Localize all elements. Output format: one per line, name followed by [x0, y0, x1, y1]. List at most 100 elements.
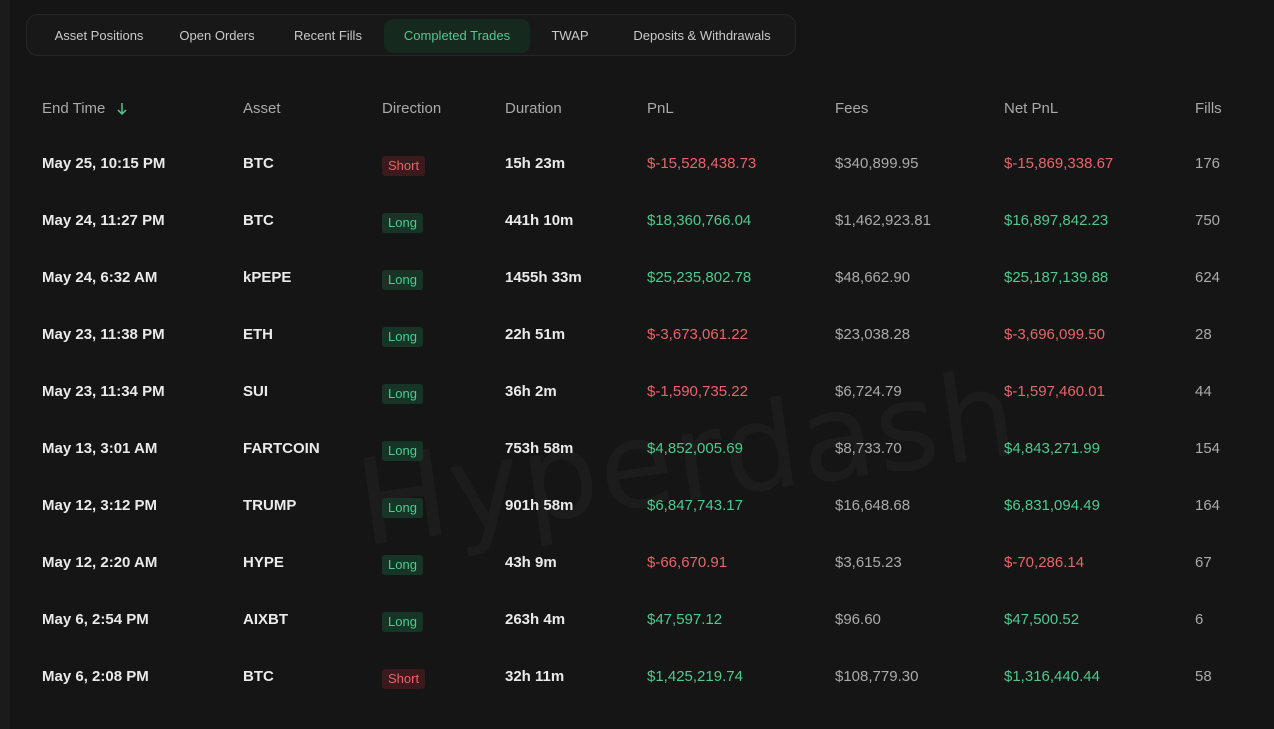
table-row[interactable]: May 12, 3:12 PM TRUMP Long 901h 58m $6,847,7…	[0, 482, 1274, 539]
fills-cell: 67	[1195, 554, 1212, 571]
pnl-cell: $-3,673,061.22	[647, 326, 748, 343]
header-fees[interactable]: Fees	[835, 100, 868, 117]
fees-cell: $1,462,923.81	[835, 212, 931, 229]
fees-cell: $108,779.30	[835, 668, 919, 685]
table-row[interactable]: May 23, 11:34 PM SUI Long 36h 2m $-1,590,735…	[0, 368, 1274, 425]
header-direction[interactable]: Direction	[382, 100, 441, 117]
duration-cell: 901h 58m	[505, 497, 574, 514]
fills-cell: 164	[1195, 497, 1221, 514]
asset-cell: ETH	[243, 326, 273, 343]
header-end-time[interactable]: End Time	[42, 100, 105, 117]
header-fills[interactable]: Fills	[1195, 100, 1222, 117]
net-pnl-cell: $-3,696,099.50	[1004, 326, 1105, 343]
duration-cell: 753h 58m	[505, 440, 574, 457]
pnl-cell: $4,852,005.69	[647, 440, 743, 457]
end-time-cell: May 24, 11:27 PM	[42, 212, 165, 229]
fees-cell: $6,724.79	[835, 383, 902, 400]
net-pnl-cell: $-70,286.14	[1004, 554, 1085, 571]
header-duration[interactable]: Duration	[505, 100, 562, 117]
duration-cell: 22h 51m	[505, 326, 566, 343]
asset-cell: kPEPE	[243, 269, 292, 286]
header-asset[interactable]: Asset	[243, 100, 281, 117]
fees-cell: $340,899.95	[835, 155, 919, 172]
completed-trades-page: Hyperdash Asset Positions Open Orders Re…	[0, 0, 1274, 729]
table-row[interactable]: May 24, 11:27 PM BTC Long 441h 10m $18,360,7…	[0, 197, 1274, 254]
net-pnl-cell: $-15,869,338.67	[1004, 155, 1114, 172]
table-row[interactable]: May 12, 2:20 AM HYPE Long 43h 9m $-66,670.91…	[0, 539, 1274, 596]
net-pnl-cell: $4,843,271.99	[1004, 440, 1100, 457]
fills-cell: 154	[1195, 440, 1221, 457]
net-pnl-cell: $-1,597,460.01	[1004, 383, 1105, 400]
net-pnl-cell: $47,500.52	[1004, 611, 1080, 628]
net-pnl-cell: $6,831,094.49	[1004, 497, 1100, 514]
direction-badge: Long	[382, 327, 423, 347]
direction-badge: Short	[382, 156, 426, 176]
table-row[interactable]: May 13, 3:01 AM FARTCOIN Long 753h 58m $4,85…	[0, 425, 1274, 482]
pnl-cell: $18,360,766.04	[647, 212, 752, 229]
duration-cell: 43h 9m	[505, 554, 557, 571]
asset-cell: HYPE	[243, 554, 284, 571]
table-row[interactable]: May 6, 2:08 PM BTC Short 32h 11m $1,425,219.…	[0, 653, 1274, 710]
asset-cell: BTC	[243, 155, 274, 172]
net-pnl-cell: $16,897,842.23	[1004, 212, 1109, 229]
end-time-cell: May 23, 11:34 PM	[42, 383, 165, 400]
duration-cell: 32h 11m	[505, 668, 565, 685]
end-time-cell: May 25, 10:15 PM	[42, 155, 166, 172]
pnl-cell: $-15,528,438.73	[647, 155, 757, 172]
tab-completed-trades[interactable]: Completed Trades	[384, 19, 530, 53]
direction-badge: Long	[382, 213, 423, 233]
table-row[interactable]: May 24, 6:32 AM kPEPE Long 1455h 33m $25,235…	[0, 254, 1274, 311]
fees-cell: $16,648.68	[835, 497, 911, 514]
direction-badge: Long	[382, 384, 423, 404]
fills-cell: 58	[1195, 668, 1212, 685]
end-time-cell: May 12, 3:12 PM	[42, 497, 158, 514]
asset-cell: BTC	[243, 212, 274, 229]
end-time-cell: May 24, 6:32 AM	[42, 269, 158, 286]
fills-cell: 624	[1195, 269, 1221, 286]
direction-badge: Long	[382, 555, 423, 575]
asset-cell: TRUMP	[243, 497, 297, 514]
tab-asset-positions[interactable]: Asset Positions	[35, 19, 163, 53]
net-pnl-cell: $25,187,139.88	[1004, 269, 1109, 286]
direction-badge: Long	[382, 612, 423, 632]
table-row[interactable]: May 23, 11:38 PM ETH Long 22h 51m $-3,673,06…	[0, 311, 1274, 368]
arrow-down-icon[interactable]	[115, 100, 129, 118]
asset-cell: FARTCOIN	[243, 440, 320, 457]
tab-bar: Asset Positions Open Orders Recent Fills…	[26, 14, 796, 56]
fills-cell: 750	[1195, 212, 1221, 229]
fills-cell: 28	[1195, 326, 1212, 343]
direction-badge: Long	[382, 441, 423, 461]
direction-badge: Short	[382, 669, 426, 689]
pnl-cell: $25,235,802.78	[647, 269, 752, 286]
fills-cell: 44	[1195, 383, 1212, 400]
direction-badge: Long	[382, 498, 423, 518]
duration-cell: 263h 4m	[505, 611, 566, 628]
direction-badge: Long	[382, 270, 423, 290]
asset-cell: BTC	[243, 668, 274, 685]
duration-cell: 36h 2m	[505, 383, 557, 400]
fees-cell: $96.60	[835, 611, 881, 628]
tab-open-orders[interactable]: Open Orders	[165, 19, 269, 53]
header-net-pnl[interactable]: Net PnL	[1004, 100, 1058, 117]
pnl-cell: $-66,670.91	[647, 554, 728, 571]
asset-cell: SUI	[243, 383, 269, 400]
pnl-cell: $-1,590,735.22	[647, 383, 748, 400]
asset-cell: AIXBT	[243, 611, 288, 628]
tab-deposits-withdrawals[interactable]: Deposits & Withdrawals	[617, 19, 787, 53]
duration-cell: 1455h 33m	[505, 269, 582, 286]
end-time-cell: May 23, 11:38 PM	[42, 326, 165, 343]
table-row[interactable]: May 6, 2:54 PM AIXBT Long 263h 4m $47,597.12…	[0, 596, 1274, 653]
fees-cell: $23,038.28	[835, 326, 911, 343]
table-row[interactable]: May 25, 10:15 PM BTC Short 15h 23m $-15,528,…	[0, 140, 1274, 197]
tab-recent-fills[interactable]: Recent Fills	[279, 19, 377, 53]
fees-cell: $8,733.70	[835, 440, 902, 457]
fills-cell: 176	[1195, 155, 1221, 172]
end-time-cell: May 13, 3:01 AM	[42, 440, 158, 457]
end-time-cell: May 6, 2:08 PM	[42, 668, 149, 685]
fees-cell: $48,662.90	[835, 269, 911, 286]
tab-twap[interactable]: TWAP	[539, 19, 601, 53]
pnl-cell: $6,847,743.17	[647, 497, 743, 514]
duration-cell: 441h 10m	[505, 212, 574, 229]
header-pnl[interactable]: PnL	[647, 100, 674, 117]
end-time-cell: May 12, 2:20 AM	[42, 554, 158, 571]
